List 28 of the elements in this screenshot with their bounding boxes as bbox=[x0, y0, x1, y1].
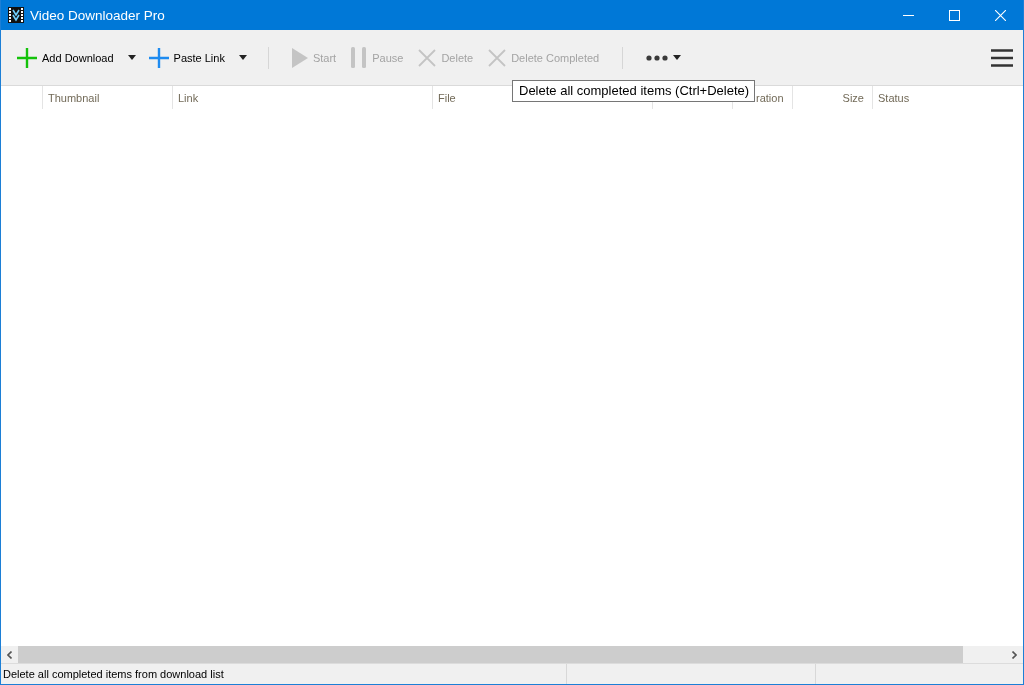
dots-icon bbox=[646, 54, 669, 61]
chevron-right-icon bbox=[1012, 650, 1017, 659]
column-header[interactable]: File bbox=[438, 91, 456, 104]
minimize-icon bbox=[902, 14, 914, 16]
column-header[interactable]: ration bbox=[756, 91, 784, 104]
column-header[interactable]: Status bbox=[878, 91, 910, 104]
close-icon bbox=[994, 9, 1006, 21]
caret-icon bbox=[673, 55, 682, 60]
paste-link-button[interactable]: Paste Link bbox=[147, 44, 226, 71]
column-header[interactable]: Thumbnail bbox=[48, 91, 100, 104]
play-icon bbox=[291, 47, 308, 68]
plus-icon bbox=[148, 47, 169, 68]
menu-icon bbox=[991, 48, 1013, 67]
maximize-icon bbox=[948, 9, 960, 21]
caret-icon bbox=[238, 55, 247, 60]
column-header[interactable]: Link bbox=[178, 91, 199, 104]
plus-icon bbox=[17, 47, 37, 68]
chevron-left-icon bbox=[7, 650, 12, 659]
tooltip: Delete all completed items (Ctrl+Delete) bbox=[512, 80, 756, 102]
add-download-button[interactable]: Add Download bbox=[16, 44, 115, 71]
film-strip-icon bbox=[8, 7, 24, 23]
pause-icon bbox=[351, 47, 368, 68]
status-text: Delete all completed items from download list bbox=[3, 668, 224, 680]
column-header[interactable]: Size bbox=[842, 91, 864, 104]
cross-icon bbox=[418, 48, 437, 67]
caret-icon bbox=[127, 55, 136, 60]
window-title: Video Downloader Pro bbox=[30, 7, 165, 23]
cross-icon bbox=[488, 48, 507, 67]
